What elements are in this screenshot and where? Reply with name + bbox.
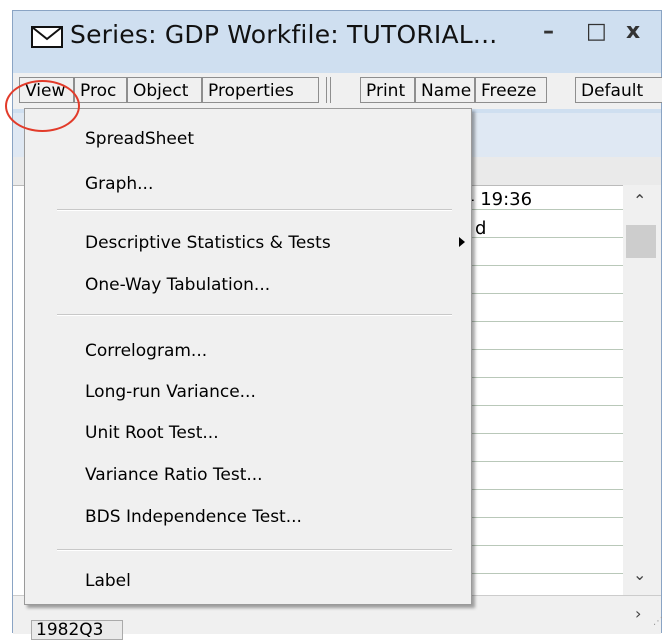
name-button[interactable]: Name [415,77,475,103]
menu-separator [57,209,452,211]
properties-button[interactable]: Properties [202,77,319,103]
grid-line [453,377,623,378]
menu-item-label[interactable]: Label [85,571,131,591]
scroll-right-icon[interactable]: › [635,604,641,623]
title-bar[interactable]: Series: GDP Workfile: TUTORIAL... – □ x [13,11,661,63]
menu-item-graph[interactable]: Graph... [85,174,153,194]
grid-line [453,321,623,322]
toolbar-separator [326,77,331,103]
grid-line [453,265,623,266]
grid-line [453,545,623,546]
menu-separator [57,314,452,316]
window-title: Series: GDP Workfile: TUTORIAL... [70,20,498,49]
grid-line [453,433,623,434]
grid-line [453,405,623,406]
envelope-icon [31,26,63,48]
menu-item-spreadsheet[interactable]: SpreadSheet [85,129,194,149]
scroll-down-icon[interactable]: ⌄ [633,565,646,584]
grid-line [453,293,623,294]
view-menu: SpreadSheet Graph... Descriptive Statist… [24,108,472,605]
vertical-scrollbar[interactable]: ⌃ ⌄ [623,185,661,595]
freeze-button[interactable]: Freeze [475,77,547,103]
menu-item-long-run-variance[interactable]: Long-run Variance... [85,382,256,402]
sheet-cell: - 19:36 [468,189,533,210]
grid-line [453,461,623,462]
sheet-cell: d [475,218,487,239]
print-button[interactable]: Print [360,77,415,103]
menu-separator [57,549,452,551]
minimize-button[interactable]: – [543,19,554,44]
view-button[interactable]: View [19,77,74,103]
grid-line [453,349,623,350]
proc-button[interactable]: Proc [74,77,127,103]
menu-item-one-way-tabulation[interactable]: One-Way Tabulation... [85,275,270,295]
grid-line [453,517,623,518]
close-button[interactable]: x [626,19,640,44]
menu-item-variance-ratio-test[interactable]: Variance Ratio Test... [85,465,263,485]
maximize-button[interactable]: □ [586,19,607,44]
default-button[interactable]: Default [575,77,662,103]
menu-item-bds-independence-test[interactable]: BDS Independence Test... [85,507,302,527]
toolbar: View Proc Object Properties Print Name F… [13,73,662,109]
submenu-arrow-icon [459,237,465,247]
scroll-up-icon[interactable]: ⌃ [633,191,646,210]
menu-item-descriptive-statistics[interactable]: Descriptive Statistics & Tests [85,233,331,253]
grid-line [453,489,623,490]
grid [453,185,623,605]
menu-item-correlogram[interactable]: Correlogram... [85,341,207,361]
menu-item-unit-root-test[interactable]: Unit Root Test... [85,423,219,443]
row-label: 1982Q3 [31,620,123,640]
grid-line [453,573,623,574]
object-button[interactable]: Object [127,77,202,103]
resize-grip-icon[interactable]: ⋰ [653,616,662,627]
scroll-thumb[interactable] [626,225,656,258]
